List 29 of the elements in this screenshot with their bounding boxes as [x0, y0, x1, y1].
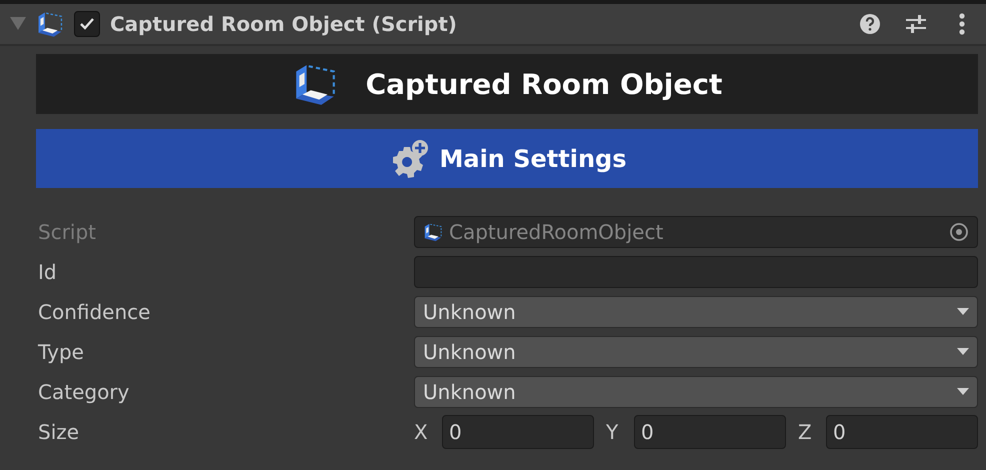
dropdown[interactable]: Unknown	[414, 296, 978, 328]
number-field[interactable]: 0	[826, 415, 978, 449]
field-label: Id	[37, 260, 58, 284]
axis-label: Z	[798, 420, 813, 444]
axis-label: X	[414, 420, 429, 444]
axis-label: Y	[606, 420, 620, 444]
caret-icon	[957, 348, 969, 356]
script-icon	[36, 10, 64, 38]
target-icon[interactable]	[949, 222, 969, 242]
field-label: Type	[37, 340, 85, 364]
dropdown[interactable]: Unknown	[414, 336, 978, 368]
caret-icon	[957, 308, 969, 316]
script-icon	[423, 222, 443, 242]
field-label: Script	[37, 220, 98, 244]
checkmark-icon	[79, 17, 95, 31]
input-field[interactable]	[414, 256, 978, 288]
field-label: Confidence	[37, 300, 152, 324]
banner-title: Captured Room Object	[366, 68, 722, 100]
number-field[interactable]: 0	[634, 415, 786, 449]
checkbox[interactable]	[74, 11, 100, 37]
field-label: Category	[37, 380, 130, 404]
settings-icon[interactable]	[904, 12, 928, 36]
dropdown[interactable]: Unknown	[414, 376, 978, 408]
caret-icon	[957, 388, 969, 396]
section-title: Main Settings	[439, 144, 627, 172]
field-label: Size	[37, 420, 80, 444]
help-icon[interactable]	[858, 12, 882, 36]
number-field[interactable]: 0	[442, 415, 594, 449]
component-title: Captured Room Object (Script)	[110, 12, 458, 36]
